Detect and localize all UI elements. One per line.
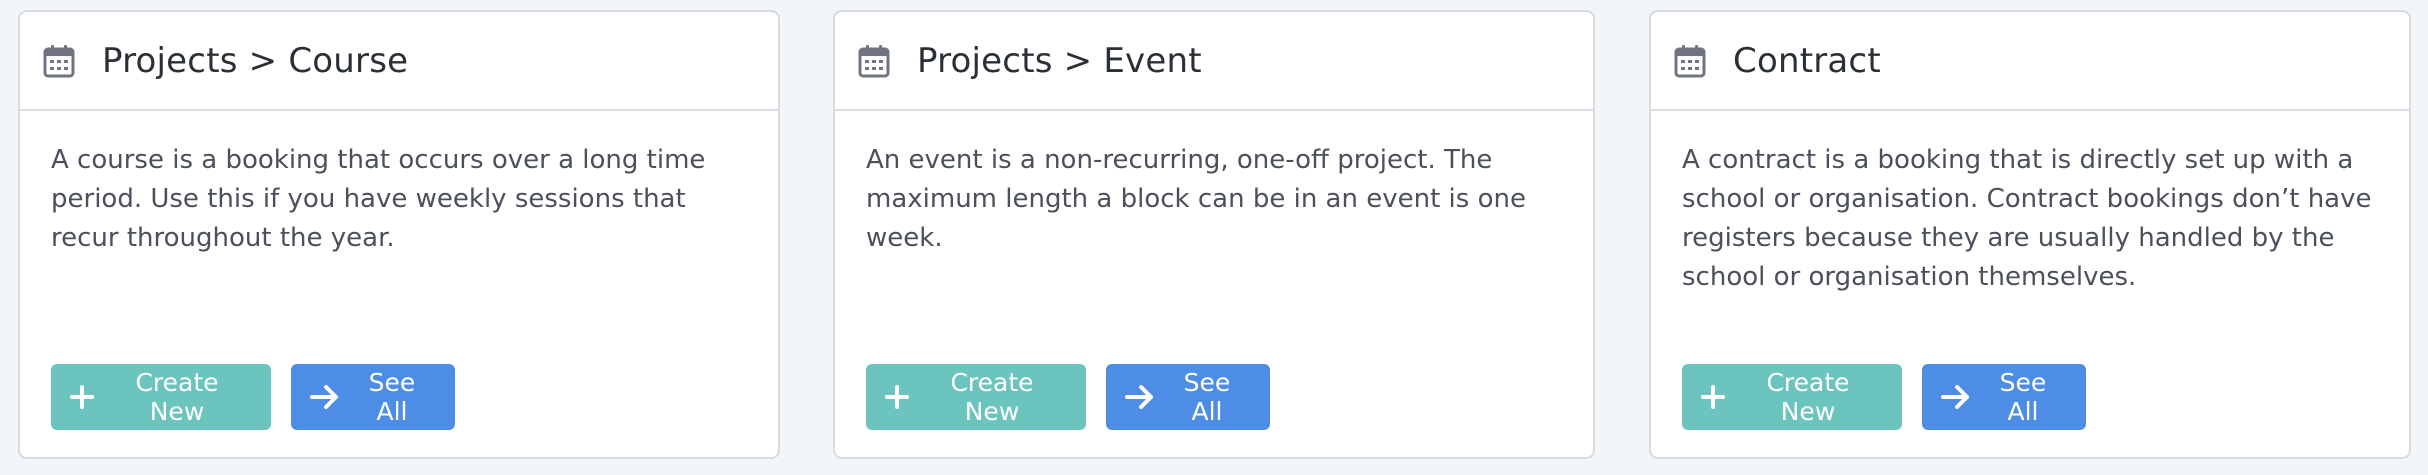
see-all-button[interactable]: See All: [1106, 364, 1270, 430]
card-description: A contract is a booking that is directly…: [1682, 145, 2372, 292]
create-new-label: Create New: [1766, 368, 1850, 426]
see-all-button[interactable]: See All: [1922, 364, 2086, 430]
plus-icon: [1700, 384, 1726, 410]
create-new-label: Create New: [950, 368, 1034, 426]
see-all-label: See All: [368, 368, 416, 426]
card-description: A course is a booking that occurs over a…: [51, 145, 706, 253]
card-event: Projects > Event An event is a non-recur…: [833, 10, 1595, 459]
card-header: Projects > Event: [835, 12, 1593, 111]
card-description: An event is a non-recurring, one-off pro…: [866, 145, 1526, 253]
card-title: Projects > Event: [917, 40, 1202, 81]
calendar-icon: [858, 44, 890, 78]
project-type-cards: Projects > Course A course is a booking …: [0, 0, 2428, 475]
card-body: A course is a booking that occurs over a…: [20, 111, 778, 343]
card-actions: Create New See All: [51, 364, 455, 430]
create-new-label: Create New: [135, 368, 219, 426]
plus-icon: [884, 384, 910, 410]
card-course: Projects > Course A course is a booking …: [18, 10, 780, 459]
calendar-icon: [43, 44, 75, 78]
card-contract: Contract A contract is a booking that is…: [1649, 10, 2411, 459]
create-new-button[interactable]: Create New: [51, 364, 271, 430]
card-body: A contract is a booking that is directly…: [1651, 111, 2409, 343]
arrow-right-icon: [1940, 383, 1972, 411]
card-header: Contract: [1651, 12, 2409, 111]
see-all-button[interactable]: See All: [291, 364, 455, 430]
create-new-button[interactable]: Create New: [1682, 364, 1902, 430]
see-all-label: See All: [1183, 368, 1231, 426]
see-all-label: See All: [1999, 368, 2047, 426]
create-new-button[interactable]: Create New: [866, 364, 1086, 430]
arrow-right-icon: [309, 383, 341, 411]
calendar-icon: [1674, 44, 1706, 78]
card-actions: Create New See All: [1682, 364, 2086, 430]
card-body: An event is a non-recurring, one-off pro…: [835, 111, 1593, 343]
arrow-right-icon: [1124, 383, 1156, 411]
card-header: Projects > Course: [20, 12, 778, 111]
card-title: Contract: [1733, 40, 1881, 81]
plus-icon: [69, 384, 95, 410]
card-title: Projects > Course: [102, 40, 409, 81]
card-actions: Create New See All: [866, 364, 1270, 430]
